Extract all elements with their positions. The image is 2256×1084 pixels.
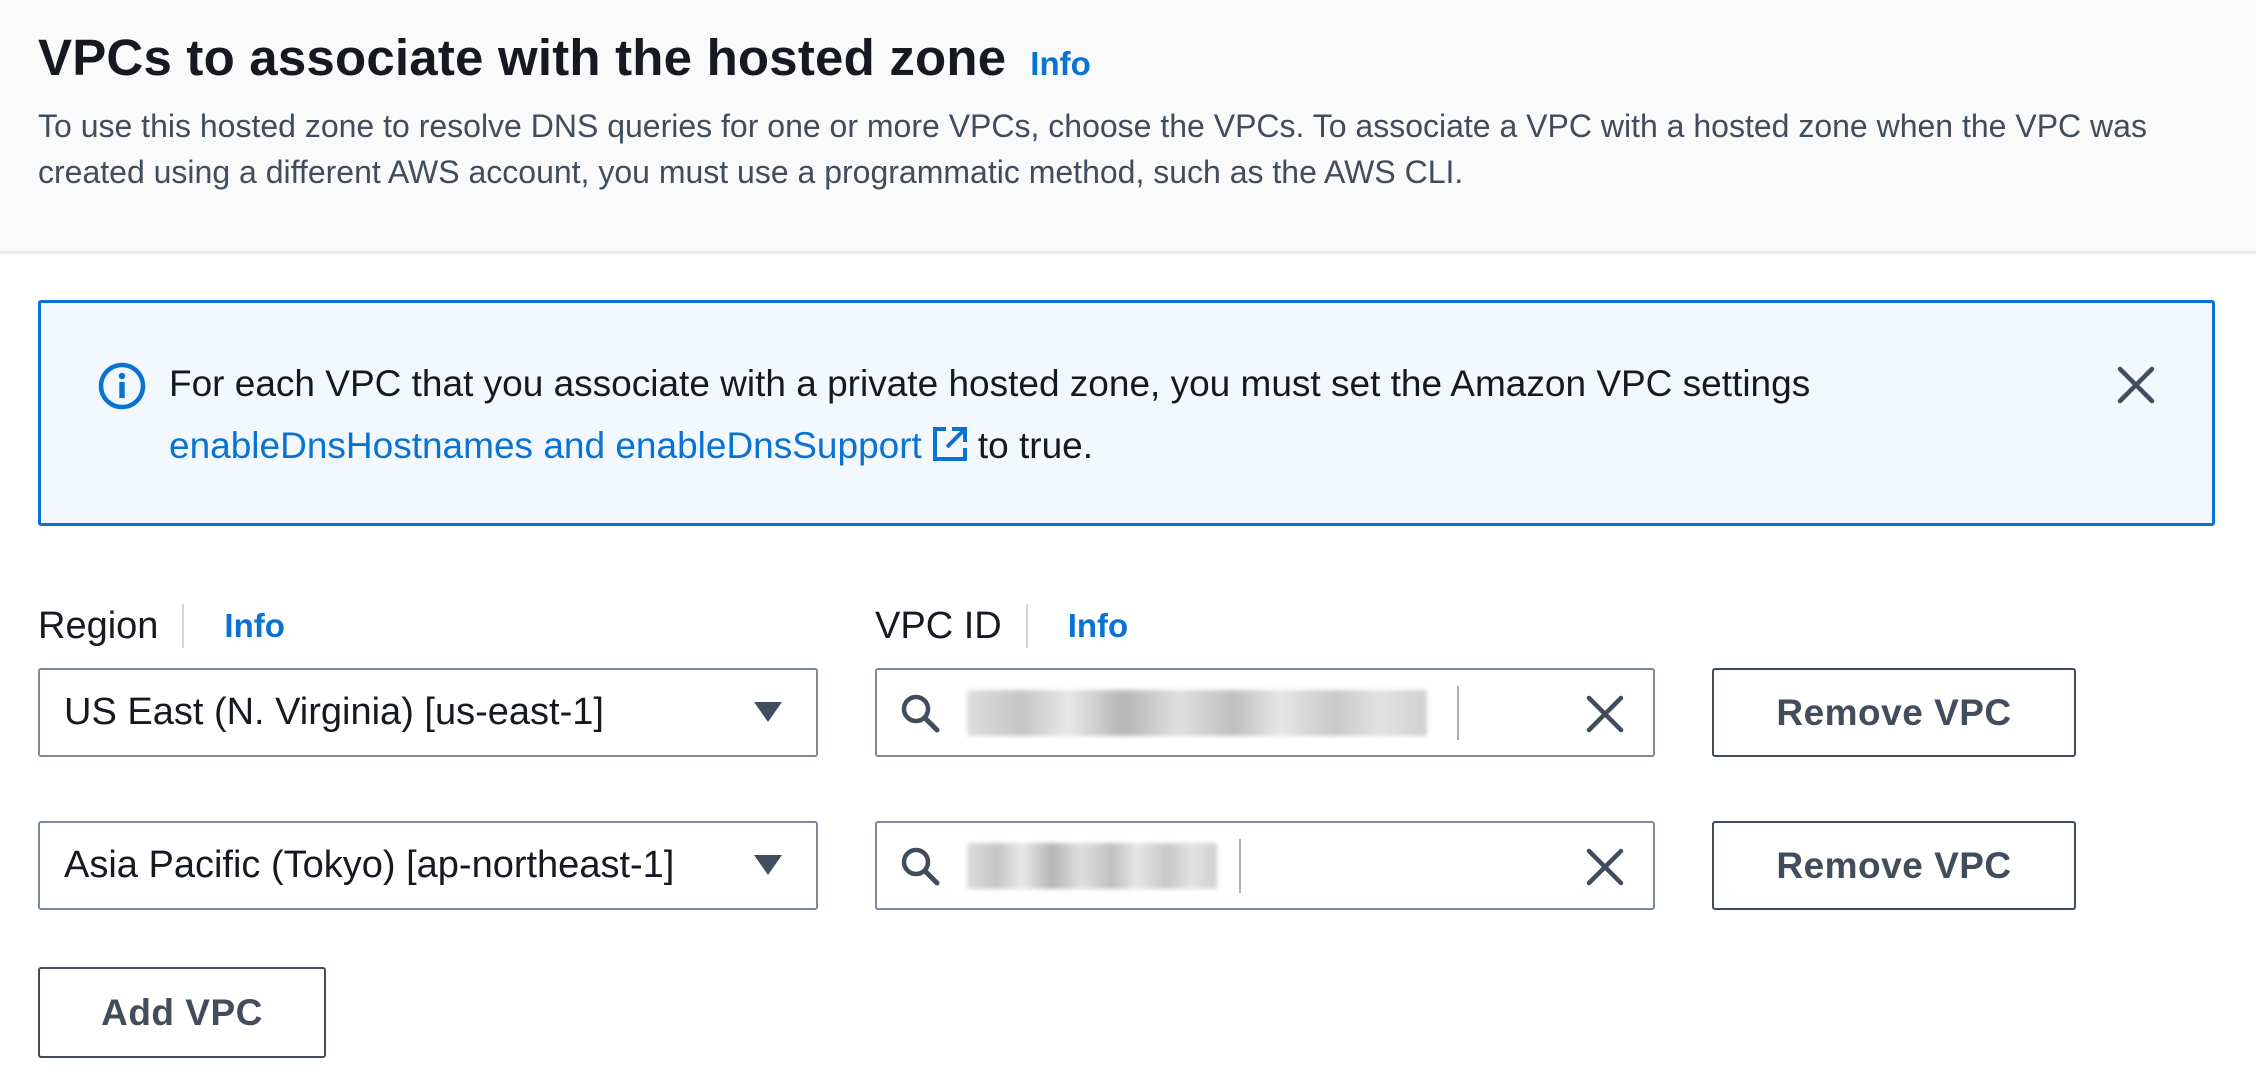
- caret-down-icon: [754, 855, 782, 875]
- alert-text-after: to true.: [977, 425, 1094, 466]
- add-vpc-button[interactable]: Add VPC: [38, 967, 326, 1058]
- title-row: VPCs to associate with the hosted zone I…: [38, 28, 1091, 87]
- section-header: VPCs to associate with the hosted zone I…: [0, 0, 2256, 254]
- section-info-link[interactable]: Info: [1030, 45, 1090, 83]
- region-label: Region: [38, 604, 159, 647]
- region-label-group: Region Info: [38, 600, 285, 652]
- external-link-icon: [932, 427, 967, 461]
- info-circle-icon: [98, 362, 146, 410]
- text-cursor: [1457, 686, 1459, 740]
- section-title: VPCs to associate with the hosted zone: [38, 29, 1007, 86]
- text-cursor: [1239, 839, 1241, 893]
- vpc-id-label-group: VPC ID Info: [875, 600, 1128, 652]
- region-select-value: Asia Pacific (Tokyo) [ap-northeast-1]: [64, 844, 675, 886]
- dns-settings-link-text: enableDnsHostnames and enableDnsSupport: [169, 425, 922, 466]
- redacted-vpc-id: [967, 843, 1217, 889]
- close-icon[interactable]: [2112, 361, 2160, 409]
- region-select[interactable]: Asia Pacific (Tokyo) [ap-northeast-1]: [38, 821, 818, 910]
- clear-icon[interactable]: [1583, 692, 1627, 736]
- dns-settings-link[interactable]: enableDnsHostnames and enableDnsSupport: [169, 425, 978, 466]
- clear-icon[interactable]: [1583, 845, 1627, 889]
- alert-message: For each VPC that you associate with a p…: [169, 353, 2099, 477]
- vpc-id-label: VPC ID: [875, 604, 1002, 647]
- alert-text-before: For each VPC that you associate with a p…: [169, 363, 1811, 404]
- region-select[interactable]: US East (N. Virginia) [us-east-1]: [38, 668, 818, 757]
- info-alert: For each VPC that you associate with a p…: [38, 300, 2215, 526]
- label-divider: [182, 604, 185, 648]
- vpc-id-info-link[interactable]: Info: [1068, 607, 1128, 645]
- region-select-value: US East (N. Virginia) [us-east-1]: [64, 691, 604, 733]
- label-divider: [1025, 604, 1028, 648]
- section-description: To use this hosted zone to resolve DNS q…: [38, 108, 2147, 190]
- vpc-id-input[interactable]: [875, 668, 1655, 757]
- remove-vpc-button[interactable]: Remove VPC: [1712, 668, 2076, 757]
- region-info-link[interactable]: Info: [224, 607, 284, 645]
- search-icon: [901, 694, 940, 733]
- redacted-vpc-id: [967, 690, 1427, 736]
- search-icon: [901, 847, 940, 886]
- vpc-id-input[interactable]: [875, 821, 1655, 910]
- caret-down-icon: [754, 702, 782, 722]
- remove-vpc-button[interactable]: Remove VPC: [1712, 821, 2076, 910]
